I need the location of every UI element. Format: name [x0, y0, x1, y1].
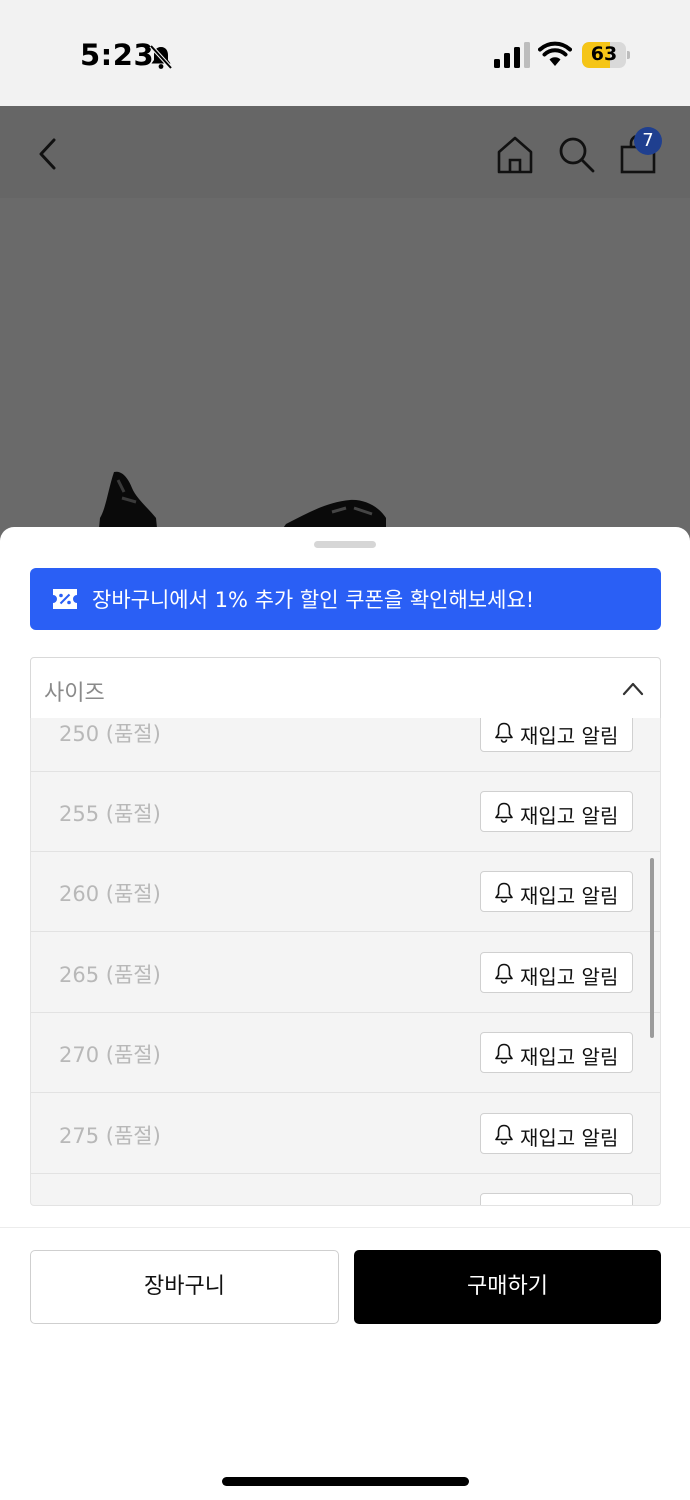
search-icon[interactable]	[556, 134, 596, 174]
restock-alert-label: 재입고 알림	[520, 804, 619, 828]
coupon-banner[interactable]: 장바구니에서 1% 추가 할인 쿠폰을 확인해보세요!	[30, 568, 661, 630]
size-option-row-partial[interactable]	[31, 1174, 660, 1205]
size-option-label: 275 (품절)	[59, 1124, 161, 1148]
wifi-icon	[538, 41, 572, 66]
chevron-up-icon	[622, 682, 644, 696]
restock-alert-button[interactable]: 재입고 알림	[480, 871, 633, 912]
buy-now-button[interactable]: 구매하기	[354, 1250, 661, 1324]
cart-count-badge: 7	[634, 127, 662, 155]
coupon-icon	[53, 589, 77, 609]
status-bar: 5:23 63	[0, 0, 690, 106]
option-bottom-sheet: 장바구니에서 1% 추가 할인 쿠폰을 확인해보세요! 사이즈 250 (품절)…	[0, 527, 690, 1500]
size-option-label: 255 (품절)	[59, 802, 161, 826]
restock-alert-button[interactable]: 재입고 알림	[480, 718, 633, 752]
battery-indicator: 63	[582, 42, 630, 68]
size-option-list[interactable]: 250 (품절) 재입고 알림 255 (품절) 재입고 알림 260 (품절)…	[30, 718, 661, 1206]
size-option-row[interactable]: 265 (품절) 재입고 알림	[31, 933, 660, 1013]
top-navigation	[0, 106, 690, 198]
size-option-label: 260 (품절)	[59, 882, 161, 906]
size-option-row[interactable]: 255 (품절) 재입고 알림	[31, 772, 660, 852]
size-option-label: 250 (품절)	[59, 722, 161, 746]
bell-icon	[495, 1124, 513, 1145]
battery-level-text: 63	[590, 43, 618, 65]
size-option-label: 265 (품절)	[59, 963, 161, 987]
product-image	[0, 198, 690, 538]
size-option-row[interactable]: 260 (품절) 재입고 알림	[31, 852, 660, 932]
bell-icon	[495, 1043, 513, 1064]
size-option-row[interactable]: 275 (품절) 재입고 알림	[31, 1094, 660, 1174]
restock-alert-button[interactable]: 재입고 알림	[480, 952, 633, 993]
home-icon[interactable]	[495, 134, 535, 174]
size-option-row[interactable]: 250 (품절) 재입고 알림	[31, 718, 660, 772]
action-bar-divider	[0, 1227, 690, 1228]
size-select-label: 사이즈	[44, 681, 105, 706]
add-to-cart-button[interactable]: 장바구니	[30, 1250, 339, 1324]
restock-alert-label: 재입고 알림	[520, 1045, 619, 1069]
chevron-left-icon[interactable]	[28, 134, 68, 174]
coupon-banner-text: 장바구니에서 1% 추가 할인 쿠폰을 확인해보세요!	[92, 588, 535, 612]
bell-icon	[495, 963, 513, 984]
size-option-label: 270 (품절)	[59, 1043, 161, 1067]
status-time: 5:23	[80, 38, 155, 72]
size-select-dropdown[interactable]: 사이즈	[30, 657, 661, 719]
cellular-signal-icon	[494, 42, 530, 68]
bell-icon	[495, 802, 513, 823]
battery-body: 63	[582, 42, 626, 68]
size-list-scrollbar[interactable]	[650, 858, 654, 1038]
restock-alert-button[interactable]: 재입고 알림	[480, 1032, 633, 1073]
sheet-drag-handle[interactable]	[314, 541, 376, 548]
home-indicator	[222, 1477, 469, 1486]
restock-alert-label: 재입고 알림	[520, 1126, 619, 1150]
restock-alert-button-partial[interactable]	[480, 1193, 633, 1205]
restock-alert-label: 재입고 알림	[520, 724, 619, 748]
restock-alert-button[interactable]: 재입고 알림	[480, 1113, 633, 1154]
bell-icon	[495, 882, 513, 903]
battery-cap	[627, 51, 630, 59]
bell-icon	[495, 722, 513, 743]
restock-alert-button[interactable]: 재입고 알림	[480, 791, 633, 832]
restock-alert-label: 재입고 알림	[520, 965, 619, 989]
bell-off-icon	[149, 44, 173, 70]
size-option-row[interactable]: 270 (품절) 재입고 알림	[31, 1013, 660, 1093]
restock-alert-label: 재입고 알림	[520, 884, 619, 908]
